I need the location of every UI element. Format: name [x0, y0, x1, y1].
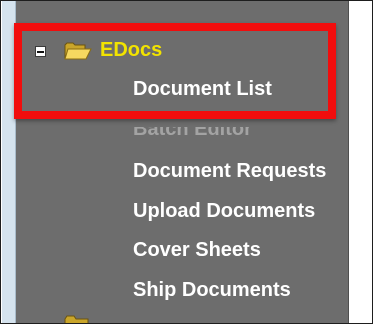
- nav-panel: EDocs Document List Batch Editor Documen…: [16, 1, 349, 323]
- collapse-toggle-icon[interactable]: [35, 46, 46, 57]
- tree-item-batch-editor[interactable]: Batch Editor: [133, 127, 252, 141]
- screenshot-frame: EDocs Document List Batch Editor Documen…: [0, 0, 373, 324]
- tree-item-document-requests[interactable]: Document Requests: [133, 160, 326, 183]
- folder-open-icon: [64, 42, 92, 60]
- tree-root-edocs[interactable]: EDocs: [16, 32, 348, 70]
- tree-item-upload-documents[interactable]: Upload Documents: [133, 200, 315, 223]
- tree-item-ship-documents[interactable]: Ship Documents: [133, 279, 291, 302]
- left-edge-strip: [2, 1, 16, 323]
- tree-item-document-list[interactable]: Document List: [133, 78, 272, 101]
- tree-root-label[interactable]: EDocs: [100, 39, 162, 62]
- folder-icon: [64, 315, 89, 323]
- tree-item-cover-sheets[interactable]: Cover Sheets: [133, 239, 261, 262]
